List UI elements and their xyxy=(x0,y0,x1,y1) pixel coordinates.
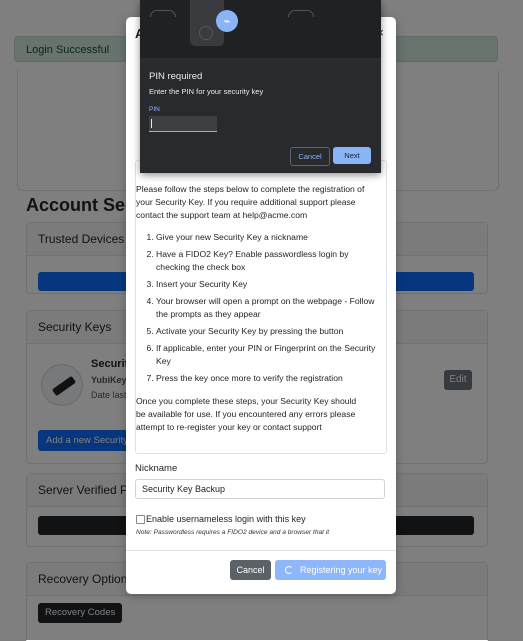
register-key-button[interactable]: Registering your key xyxy=(275,560,386,580)
list-item: Give your new Security Key a nickname xyxy=(156,231,384,244)
instructions-intro: Please follow the steps below to complet… xyxy=(136,184,365,220)
list-item: Insert your Security Key xyxy=(156,278,384,291)
modal-footer-divider xyxy=(126,550,396,551)
list-item: Activate your Security Key by pressing t… xyxy=(156,325,384,338)
instructions-outro: Once you complete these steps, your Secu… xyxy=(136,396,357,432)
list-item: If applicable, enter your PIN or Fingerp… xyxy=(156,342,384,368)
browser-pin-dialog: ⌁ PIN required Enter the PIN for your se… xyxy=(140,0,381,173)
usernameless-checkbox[interactable] xyxy=(136,515,145,524)
list-item: Your browser will open a prompt on the w… xyxy=(156,295,384,321)
list-item: Press the key once more to verify the re… xyxy=(156,372,384,385)
text-caret xyxy=(151,119,152,128)
pin-dialog-title: PIN required xyxy=(149,71,203,82)
passwordless-note: Note: Passwordless requires a FIDO2 devi… xyxy=(136,529,330,536)
nickname-label: Nickname xyxy=(135,463,178,474)
usb-icon: ⌁ xyxy=(216,10,238,32)
pin-dialog-description: Enter the PIN for your security key xyxy=(149,87,264,96)
key-button-icon xyxy=(199,26,213,40)
nickname-field[interactable]: Security Key Backup xyxy=(135,479,385,499)
cloud-icon xyxy=(288,10,314,17)
usernameless-label[interactable]: Enable usernameless login with this key xyxy=(146,514,306,524)
cloud-icon xyxy=(150,10,176,17)
loading-spinner-icon xyxy=(285,566,293,574)
security-key-illustration: ⌁ xyxy=(140,0,381,58)
instructions-steps: Give your new Security Key a nickname Ha… xyxy=(138,231,384,389)
pin-next-button[interactable]: Next xyxy=(333,147,371,164)
pin-field-label: PIN xyxy=(149,106,160,113)
pin-cancel-button[interactable]: Cancel xyxy=(290,147,330,166)
pin-panel: PIN required Enter the PIN for your secu… xyxy=(140,63,381,173)
register-button-label: Registering your key xyxy=(300,565,383,575)
pin-input[interactable] xyxy=(149,116,217,132)
cancel-button[interactable]: Cancel xyxy=(230,560,271,580)
list-item: Have a FIDO2 Key? Enable passwordless lo… xyxy=(156,248,384,274)
